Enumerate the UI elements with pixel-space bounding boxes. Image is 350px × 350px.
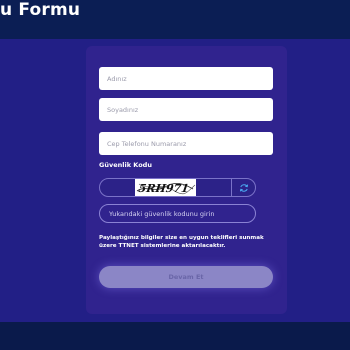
surname-input[interactable] xyxy=(99,98,273,121)
captcha-text: 5RH971 xyxy=(138,182,190,195)
name-input[interactable] xyxy=(99,67,273,90)
refresh-captcha-button[interactable] xyxy=(231,179,255,196)
phone-input[interactable] xyxy=(99,132,273,155)
security-code-label: Güvenlik Kodu xyxy=(99,161,152,169)
refresh-icon xyxy=(239,183,248,192)
footer-bar xyxy=(0,322,350,350)
page-title: u Formu xyxy=(0,0,81,20)
info-text: Paylaştığınız bilgiler size en uygun tek… xyxy=(99,235,264,249)
continue-button[interactable]: Devam Et xyxy=(99,266,273,288)
captcha-input[interactable] xyxy=(99,204,256,223)
header-bar: u Formu xyxy=(0,0,350,39)
captcha-image: 5RH971 xyxy=(135,179,196,196)
